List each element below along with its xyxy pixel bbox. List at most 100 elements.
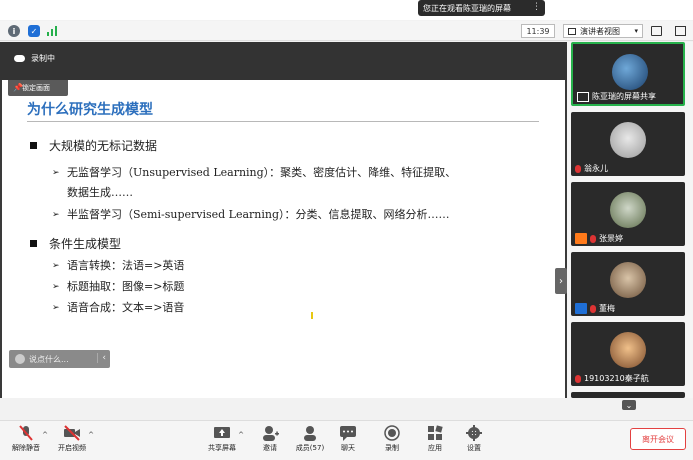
shield-icon[interactable]: ✓ (28, 25, 40, 37)
fullscreen-icon[interactable] (651, 26, 662, 36)
chevron-left-icon[interactable]: ‹ (97, 353, 106, 363)
chevron-up-icon[interactable]: ^ (238, 431, 244, 439)
participant-tile[interactable]: 董梅 (571, 252, 685, 316)
muted-mic-icon (590, 304, 596, 313)
bullet-item: 大规模的无标记数据 (30, 137, 157, 154)
chevron-up-icon[interactable]: ^ (42, 431, 48, 439)
record-label: 录制 (385, 444, 399, 452)
video-off-icon (64, 425, 80, 441)
settings-label: 设置 (467, 444, 481, 452)
participant-name: 陈亚瑞的屏幕共享 (577, 91, 656, 102)
arrow-bullet-icon: ➢ (52, 303, 60, 313)
restore-window-icon[interactable] (675, 26, 686, 36)
shared-screen: 录制中 📌 锁定画面 为什么研究生成模型 大规模的无标记数据 ➢ 无监督学习（U… (0, 42, 567, 398)
square-bullet-icon (30, 240, 37, 247)
bullet-text: 大规模的无标记数据 (49, 139, 158, 153)
bullet-item: 条件生成模型 (30, 235, 121, 252)
participant-tile[interactable]: 19103210秦子航 (571, 322, 685, 386)
sub-bullet-line: 语音合成：文本=>语音 (67, 301, 185, 314)
viewing-notification-text: 您正在观看陈亚瑞的屏幕 (423, 3, 511, 13)
participant-tile[interactable]: 张景婷 (571, 182, 685, 246)
info-icon[interactable]: i (8, 25, 20, 37)
muted-mic-icon (575, 164, 581, 173)
start-video-label: 开启视频 (58, 444, 86, 452)
share-screen-label: 共享屏幕 (208, 444, 236, 452)
top-strip: 您正在观看陈亚瑞的屏幕 ⋮ (0, 0, 693, 20)
share-screen-icon (214, 427, 230, 438)
chat-input[interactable]: 说点什么... ‹ (9, 350, 110, 368)
meeting-timer: 11:39 (521, 24, 555, 38)
invite-label: 邀请 (263, 444, 277, 452)
participant-name: 翁永儿 (575, 163, 608, 174)
participant-name: 董梅 (575, 303, 615, 314)
participant-tile[interactable]: 翁永儿 (571, 112, 685, 176)
members-icon (304, 426, 316, 441)
recording-label: 录制中 (31, 54, 55, 63)
meeting-window: 您正在观看陈亚瑞的屏幕 ⋮ i ✓ 11:39 演讲者视图 ▾ 录制中 📌 锁定… (0, 0, 693, 460)
apps-label: 应用 (428, 444, 442, 452)
share-screen-button[interactable]: 共享屏幕 ^ (202, 425, 244, 459)
record-button[interactable]: 录制 (372, 425, 412, 459)
view-mode-label: 演讲者视图 (580, 26, 620, 36)
participant-name: 19103210秦子航 (575, 373, 649, 384)
members-button[interactable]: 成员(57) (290, 425, 330, 459)
muted-mic-icon (590, 234, 596, 243)
participant-tile[interactable] (571, 392, 685, 398)
more-icon[interactable]: ⋮ (532, 2, 541, 12)
participant-panel: 陈亚瑞的屏幕共享 翁永儿 张景婷 董梅 19103210秦子航 (567, 42, 693, 398)
viewing-notification: 您正在观看陈亚瑞的屏幕 ⋮ (418, 0, 545, 16)
participant-tile[interactable]: 陈亚瑞的屏幕共享 (571, 42, 685, 106)
chat-button[interactable]: 聊天 (328, 425, 368, 459)
chevron-up-icon[interactable]: ^ (88, 431, 94, 439)
title-divider (27, 121, 539, 122)
chat-input-placeholder: 说点什么... (29, 354, 69, 364)
muted-mic-icon (19, 425, 33, 441)
signal-icon[interactable] (47, 25, 61, 37)
cloud-icon (14, 55, 25, 62)
sub-bullet-line: 半监督学习（Semi-supervised Learning）：分类、信息提取、… (67, 208, 450, 221)
arrow-bullet-icon: ➢ (52, 168, 60, 178)
avatar (610, 332, 646, 368)
sub-bullet-item: ➢ 标题抽取：图像=>标题 (52, 277, 185, 297)
status-bar: i ✓ 11:39 演讲者视图 ▾ (0, 21, 693, 41)
avatar (612, 54, 648, 90)
square-bullet-icon (30, 142, 37, 149)
grid-icon (568, 28, 576, 35)
collapse-panel-button[interactable]: › (555, 268, 567, 294)
sub-bullet-item: ➢ 半监督学习（Semi-supervised Learning）：分类、信息提… (52, 205, 450, 225)
sub-bullet-line: 标题抽取：图像=>标题 (67, 280, 185, 293)
scroll-down-button[interactable]: ⌄ (622, 400, 636, 410)
invite-button[interactable]: 邀请 (250, 425, 290, 459)
bottom-toolbar: 解除静音 ^ 开启视频 ^ 共享屏幕 ^ 邀请 成员(57) 聊天 录制 应用 … (0, 420, 693, 460)
apps-icon (428, 425, 443, 440)
recording-bar: 录制中 (0, 42, 567, 80)
avatar (610, 192, 646, 228)
user-badge-icon (575, 233, 587, 244)
text-cursor (311, 312, 313, 319)
record-icon (384, 425, 400, 441)
chat-icon (340, 426, 356, 441)
muted-mic-icon (575, 374, 581, 383)
lock-view-tab[interactable]: 📌 锁定画面 (8, 80, 68, 96)
user-badge-icon (575, 303, 587, 314)
leave-meeting-button[interactable]: 离开会议 (630, 428, 686, 450)
arrow-bullet-icon: ➢ (52, 282, 60, 292)
arrow-bullet-icon: ➢ (52, 210, 60, 220)
unmute-button[interactable]: 解除静音 ^ (6, 425, 48, 459)
apps-button[interactable]: 应用 (415, 425, 455, 459)
settings-button[interactable]: 设置 (454, 425, 494, 459)
screen-share-icon (577, 91, 589, 102)
start-video-button[interactable]: 开启视频 ^ (52, 425, 94, 459)
avatar (610, 122, 646, 158)
sub-bullet-item: ➢ 语音合成：文本=>语音 (52, 298, 185, 318)
lock-view-label: 锁定画面 (22, 84, 50, 92)
chat-label: 聊天 (341, 444, 355, 452)
participant-name: 张景婷 (575, 233, 623, 244)
invite-icon (263, 426, 279, 441)
gear-icon (466, 425, 482, 441)
bullet-text: 条件生成模型 (49, 237, 122, 251)
view-mode-button[interactable]: 演讲者视图 ▾ (563, 24, 643, 38)
recording-indicator[interactable]: 录制中 (14, 53, 55, 64)
arrow-bullet-icon: ➢ (52, 261, 60, 271)
emoji-icon[interactable] (15, 354, 25, 364)
